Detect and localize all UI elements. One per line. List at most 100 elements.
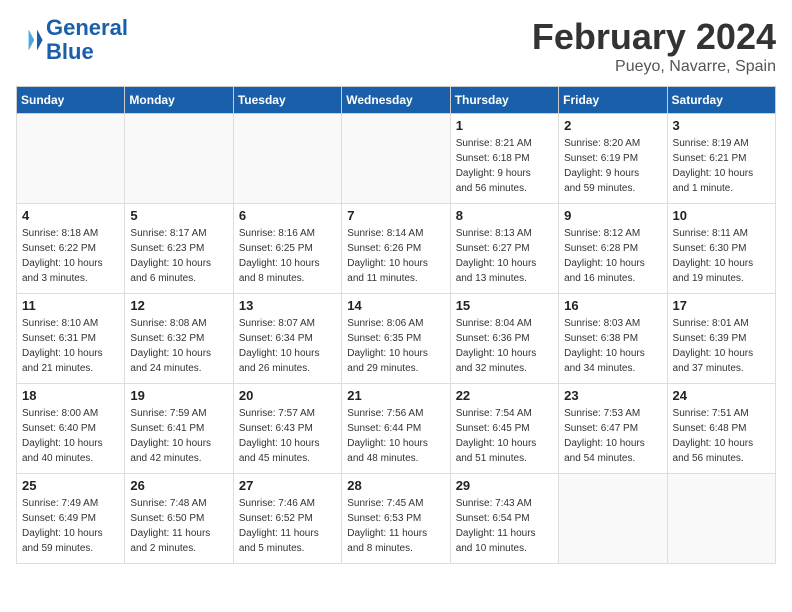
day-number: 21 (347, 388, 444, 403)
day-info: Sunrise: 7:49 AM Sunset: 6:49 PM Dayligh… (22, 496, 119, 556)
day-number: 14 (347, 298, 444, 313)
day-number: 23 (564, 388, 661, 403)
day-number: 27 (239, 478, 336, 493)
calendar-cell: 13 Sunrise: 8:07 AM Sunset: 6:34 PM Dayli… (233, 294, 341, 384)
day-info: Sunrise: 7:43 AM Sunset: 6:54 PM Dayligh… (456, 496, 553, 556)
day-info: Sunrise: 7:57 AM Sunset: 6:43 PM Dayligh… (239, 406, 336, 466)
calendar-cell: 2 Sunrise: 8:20 AM Sunset: 6:19 PM Daylig… (559, 114, 667, 204)
day-info: Sunrise: 8:16 AM Sunset: 6:25 PM Dayligh… (239, 226, 336, 286)
day-info: Sunrise: 8:00 AM Sunset: 6:40 PM Dayligh… (22, 406, 119, 466)
calendar-cell: 28 Sunrise: 7:45 AM Sunset: 6:53 PM Dayli… (342, 474, 450, 564)
day-info: Sunrise: 8:18 AM Sunset: 6:22 PM Dayligh… (22, 226, 119, 286)
day-info: Sunrise: 8:20 AM Sunset: 6:19 PM Dayligh… (564, 136, 661, 196)
day-info: Sunrise: 7:54 AM Sunset: 6:45 PM Dayligh… (456, 406, 553, 466)
calendar-cell: 4 Sunrise: 8:18 AM Sunset: 6:22 PM Daylig… (17, 204, 125, 294)
week-row-4: 18Sunrise: 8:00 AM Sunset: 6:40 PM Dayli… (17, 384, 776, 474)
day-number: 19 (130, 388, 227, 403)
calendar-cell: 7 Sunrise: 8:14 AM Sunset: 6:26 PM Daylig… (342, 204, 450, 294)
calendar-cell: 23 Sunrise: 7:53 AM Sunset: 6:47 PM Dayli… (559, 384, 667, 474)
day-info: Sunrise: 7:56 AM Sunset: 6:44 PM Dayligh… (347, 406, 444, 466)
logo-text: General Blue (46, 16, 128, 64)
logo-icon (16, 26, 44, 54)
col-header-thursday: Thursday (450, 87, 558, 114)
calendar-cell: 25 Sunrise: 7:49 AM Sunset: 6:49 PM Dayli… (17, 474, 125, 564)
day-number: 28 (347, 478, 444, 493)
day-number: 1 (456, 118, 553, 133)
day-info: Sunrise: 8:01 AM Sunset: 6:39 PM Dayligh… (673, 316, 770, 376)
day-number: 7 (347, 208, 444, 223)
calendar-cell: 29 Sunrise: 7:43 AM Sunset: 6:54 PM Dayli… (450, 474, 558, 564)
day-info: Sunrise: 8:14 AM Sunset: 6:26 PM Dayligh… (347, 226, 444, 286)
calendar-cell: 22 Sunrise: 7:54 AM Sunset: 6:45 PM Dayli… (450, 384, 558, 474)
day-number: 6 (239, 208, 336, 223)
day-info: Sunrise: 8:03 AM Sunset: 6:38 PM Dayligh… (564, 316, 661, 376)
day-info: Sunrise: 8:10 AM Sunset: 6:31 PM Dayligh… (22, 316, 119, 376)
day-info: Sunrise: 8:08 AM Sunset: 6:32 PM Dayligh… (130, 316, 227, 376)
col-header-saturday: Saturday (667, 87, 775, 114)
calendar-cell: 1 Sunrise: 8:21 AM Sunset: 6:18 PM Daylig… (450, 114, 558, 204)
col-header-tuesday: Tuesday (233, 87, 341, 114)
col-header-sunday: Sunday (17, 87, 125, 114)
day-number: 29 (456, 478, 553, 493)
col-header-wednesday: Wednesday (342, 87, 450, 114)
day-number: 10 (673, 208, 770, 223)
day-info: Sunrise: 8:19 AM Sunset: 6:21 PM Dayligh… (673, 136, 770, 196)
calendar-table: SundayMondayTuesdayWednesdayThursdayFrid… (16, 86, 776, 564)
calendar-cell (559, 474, 667, 564)
day-info: Sunrise: 7:51 AM Sunset: 6:48 PM Dayligh… (673, 406, 770, 466)
calendar-cell (125, 114, 233, 204)
day-number: 16 (564, 298, 661, 313)
calendar-cell: 26Sunrise: 7:48 AM Sunset: 6:50 PM Dayli… (125, 474, 233, 564)
day-info: Sunrise: 7:53 AM Sunset: 6:47 PM Dayligh… (564, 406, 661, 466)
col-header-friday: Friday (559, 87, 667, 114)
logo-line1: General (46, 15, 128, 40)
day-number: 4 (22, 208, 119, 223)
day-number: 17 (673, 298, 770, 313)
calendar-cell: 14 Sunrise: 8:06 AM Sunset: 6:35 PM Dayli… (342, 294, 450, 384)
day-number: 5 (130, 208, 227, 223)
day-number: 3 (673, 118, 770, 133)
week-row-2: 4 Sunrise: 8:18 AM Sunset: 6:22 PM Daylig… (17, 204, 776, 294)
day-number: 25 (22, 478, 119, 493)
day-number: 9 (564, 208, 661, 223)
day-number: 20 (239, 388, 336, 403)
day-number: 13 (239, 298, 336, 313)
calendar-cell: 6 Sunrise: 8:16 AM Sunset: 6:25 PM Daylig… (233, 204, 341, 294)
day-number: 24 (673, 388, 770, 403)
title-block: February 2024 Pueyo, Navarre, Spain (532, 16, 776, 76)
day-info: Sunrise: 8:21 AM Sunset: 6:18 PM Dayligh… (456, 136, 553, 196)
col-header-monday: Monday (125, 87, 233, 114)
calendar-cell: 18Sunrise: 8:00 AM Sunset: 6:40 PM Dayli… (17, 384, 125, 474)
calendar-cell (17, 114, 125, 204)
month-title: February 2024 (532, 16, 776, 58)
calendar-cell: 9 Sunrise: 8:12 AM Sunset: 6:28 PM Daylig… (559, 204, 667, 294)
location: Pueyo, Navarre, Spain (532, 58, 776, 76)
calendar-cell: 20 Sunrise: 7:57 AM Sunset: 6:43 PM Dayli… (233, 384, 341, 474)
day-info: Sunrise: 7:59 AM Sunset: 6:41 PM Dayligh… (130, 406, 227, 466)
day-number: 2 (564, 118, 661, 133)
day-number: 15 (456, 298, 553, 313)
day-info: Sunrise: 8:12 AM Sunset: 6:28 PM Dayligh… (564, 226, 661, 286)
day-info: Sunrise: 8:06 AM Sunset: 6:35 PM Dayligh… (347, 316, 444, 376)
day-number: 12 (130, 298, 227, 313)
day-info: Sunrise: 8:11 AM Sunset: 6:30 PM Dayligh… (673, 226, 770, 286)
calendar-cell: 27 Sunrise: 7:46 AM Sunset: 6:52 PM Dayli… (233, 474, 341, 564)
day-info: Sunrise: 8:17 AM Sunset: 6:23 PM Dayligh… (130, 226, 227, 286)
day-number: 22 (456, 388, 553, 403)
day-info: Sunrise: 8:04 AM Sunset: 6:36 PM Dayligh… (456, 316, 553, 376)
logo: General Blue (16, 16, 128, 64)
week-row-3: 11Sunrise: 8:10 AM Sunset: 6:31 PM Dayli… (17, 294, 776, 384)
logo-line2: Blue (46, 40, 128, 64)
week-row-1: 1 Sunrise: 8:21 AM Sunset: 6:18 PM Daylig… (17, 114, 776, 204)
calendar-cell (342, 114, 450, 204)
calendar-cell: 19 Sunrise: 7:59 AM Sunset: 6:41 PM Dayli… (125, 384, 233, 474)
calendar-cell: 3 Sunrise: 8:19 AM Sunset: 6:21 PM Daylig… (667, 114, 775, 204)
calendar-cell: 24 Sunrise: 7:51 AM Sunset: 6:48 PM Dayli… (667, 384, 775, 474)
days-header-row: SundayMondayTuesdayWednesdayThursdayFrid… (17, 87, 776, 114)
day-info: Sunrise: 8:13 AM Sunset: 6:27 PM Dayligh… (456, 226, 553, 286)
day-info: Sunrise: 7:46 AM Sunset: 6:52 PM Dayligh… (239, 496, 336, 556)
day-info: Sunrise: 8:07 AM Sunset: 6:34 PM Dayligh… (239, 316, 336, 376)
calendar-cell: 21 Sunrise: 7:56 AM Sunset: 6:44 PM Dayli… (342, 384, 450, 474)
day-info: Sunrise: 7:45 AM Sunset: 6:53 PM Dayligh… (347, 496, 444, 556)
day-info: Sunrise: 7:48 AM Sunset: 6:50 PM Dayligh… (130, 496, 227, 556)
